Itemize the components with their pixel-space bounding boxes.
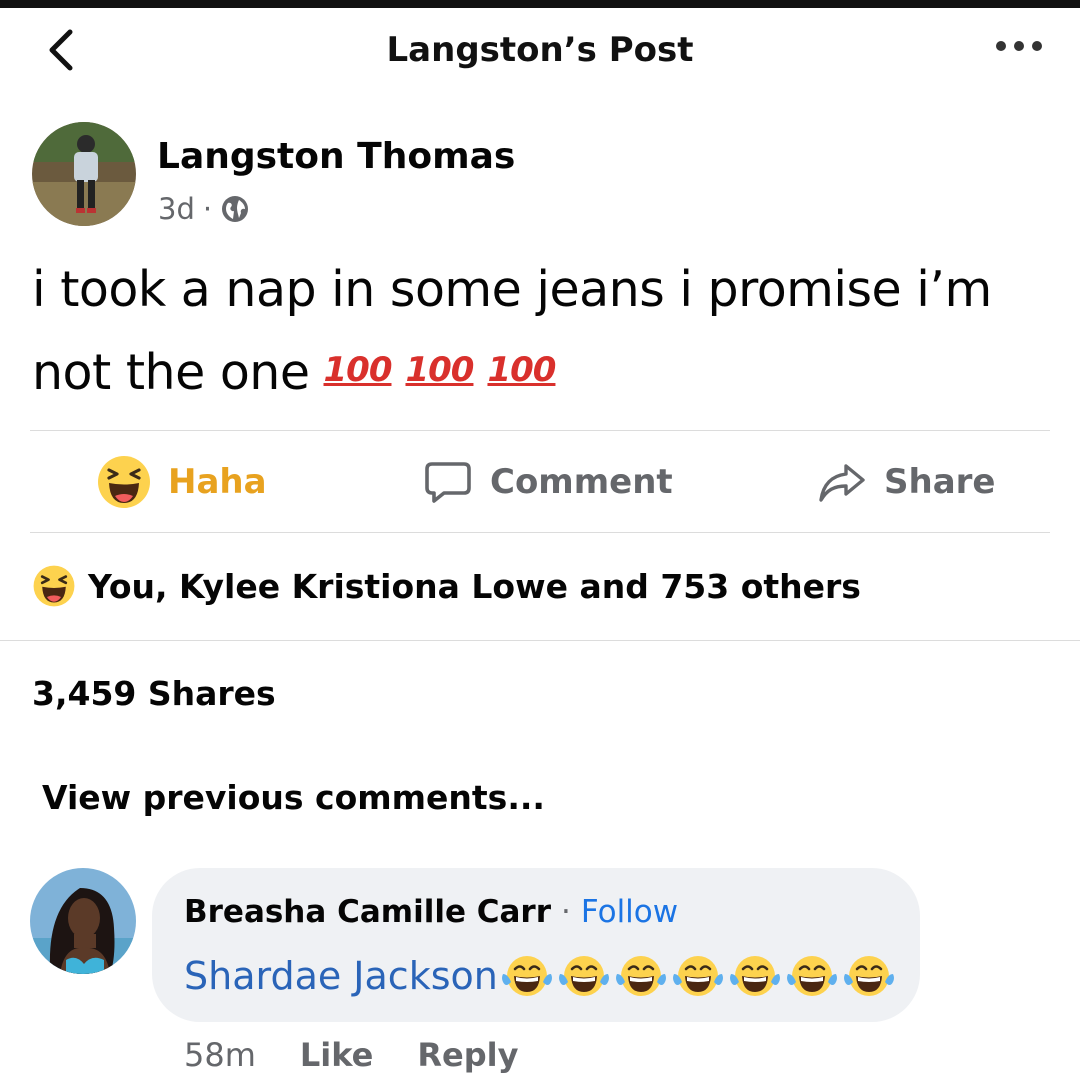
divider	[30, 532, 1050, 533]
comment-reply-button[interactable]: Reply	[417, 1036, 518, 1074]
comment-bubble-icon	[425, 462, 471, 503]
haha-label: Haha	[168, 462, 267, 502]
hundred-points-emoji: 100	[405, 350, 474, 390]
more-horizontal-icon	[996, 41, 1042, 51]
share-label: Share	[884, 462, 996, 502]
divider	[30, 430, 1050, 431]
meta-separator: ·	[202, 192, 213, 226]
tears-of-joy-emoji-icon	[672, 956, 723, 996]
comment-actions: 58m Like Reply	[184, 1036, 518, 1074]
post-meta: 3d ·	[158, 192, 250, 226]
post-body: i took a nap in some jeans i promise i’m…	[32, 250, 1062, 413]
haha-button[interactable]: Haha	[96, 432, 267, 532]
follow-button[interactable]: Follow	[581, 894, 678, 930]
post-time[interactable]: 3d	[158, 192, 195, 226]
author-name[interactable]: Langston Thomas	[157, 136, 515, 177]
comment-button[interactable]: Comment	[422, 432, 673, 532]
divider	[0, 640, 1080, 641]
tears-of-joy-emoji-icon	[615, 956, 666, 996]
reactions-summary[interactable]: You, Kylee Kristiona Lowe and 753 others	[32, 564, 861, 608]
share-button[interactable]: Share	[816, 432, 995, 532]
tears-of-joy-emoji-icon	[558, 956, 609, 996]
tears-of-joy-emoji-icon	[786, 956, 837, 996]
comment-text: Shardae Jackson	[184, 952, 899, 1000]
haha-reaction-icon	[33, 565, 75, 607]
status-strip	[0, 0, 1080, 8]
comment-time: 58m	[184, 1036, 256, 1074]
share-arrow-icon	[819, 464, 865, 502]
hundred-points-emoji: 100	[323, 350, 393, 390]
comment-header: Breasha Camille Carr · Follow	[184, 894, 678, 930]
commenter-name[interactable]: Breasha Camille Carr	[184, 894, 551, 930]
haha-emoji-icon	[98, 456, 150, 508]
hundred-points-emoji: 100	[487, 350, 556, 390]
tears-of-joy-emoji-icon	[501, 956, 552, 996]
tears-of-joy-emoji-icon	[729, 956, 780, 996]
mention-link[interactable]: Shardae Jackson	[184, 954, 498, 998]
shares-count[interactable]: 3,459 Shares	[32, 674, 276, 713]
page-title: Langston’s Post	[386, 30, 694, 70]
commenter-avatar[interactable]	[30, 868, 136, 974]
author-avatar[interactable]	[32, 122, 136, 226]
globe-icon	[222, 196, 249, 222]
action-bar: Haha Comment Share	[30, 432, 1050, 532]
crying-laughing-emoji-row	[500, 952, 899, 1000]
comment-bubble: Breasha Camille Carr · Follow Shardae Ja…	[152, 868, 920, 1022]
comment-like-button[interactable]: Like	[300, 1036, 373, 1074]
reactions-text: You, Kylee Kristiona Lowe and 753 others	[88, 566, 861, 606]
view-previous-comments-link[interactable]: View previous comments...	[42, 778, 545, 817]
tears-of-joy-emoji-icon	[843, 956, 894, 996]
comment-label: Comment	[490, 462, 673, 502]
post-header: Langston’s Post	[0, 8, 1080, 96]
comment-separator: ·	[561, 894, 571, 930]
more-options-button[interactable]	[994, 34, 1044, 58]
